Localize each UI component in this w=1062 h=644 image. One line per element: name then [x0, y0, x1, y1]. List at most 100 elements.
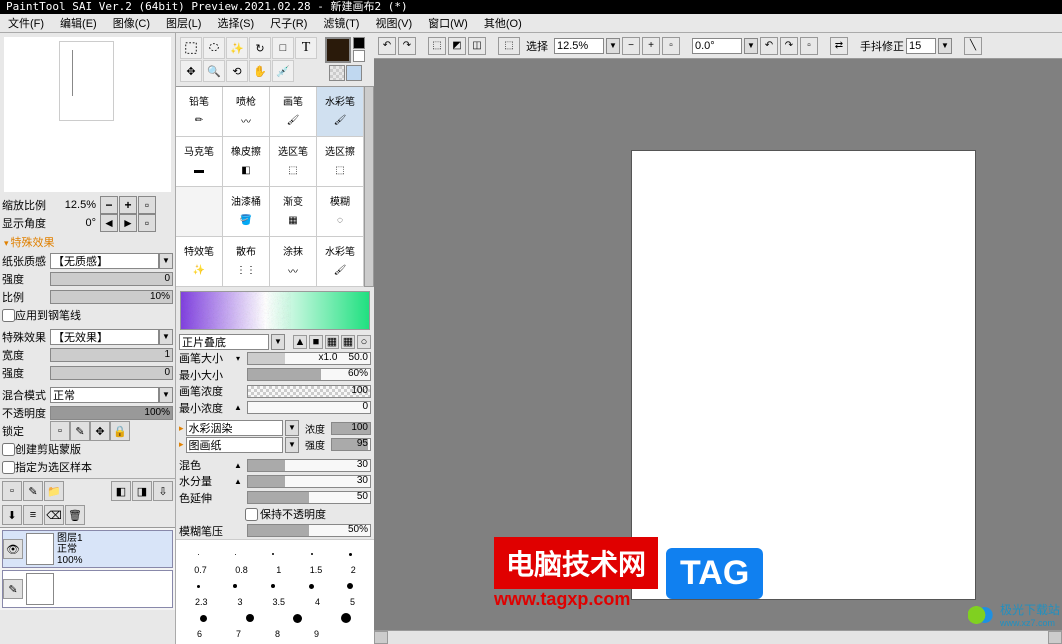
size-dot[interactable]	[349, 553, 352, 556]
effect-dropdown[interactable]: 【无效果】	[50, 329, 159, 345]
new-folder-button[interactable]: 📁	[44, 481, 64, 501]
rotate-left-button[interactable]: ◄	[100, 214, 118, 232]
dropdown-icon[interactable]: ▼	[606, 38, 620, 54]
zoom-out-button[interactable]: −	[622, 37, 640, 55]
zoom-in-button[interactable]: +	[119, 196, 137, 214]
zoom-out-button[interactable]: −	[100, 196, 118, 214]
menu-ruler[interactable]: 尺子(R)	[262, 13, 315, 33]
select-icon[interactable]: ⬚	[498, 37, 520, 55]
size-dot[interactable]	[198, 554, 199, 555]
effect-intensity-slider[interactable]: 0	[50, 366, 173, 380]
zoom-tool[interactable]: 🔍	[203, 60, 225, 82]
lock-all-button[interactable]: 🔒	[110, 421, 130, 441]
blending-slider[interactable]: 30	[247, 459, 371, 472]
apply-mask-button[interactable]: ◨	[132, 481, 152, 501]
marquee-tool[interactable]	[180, 37, 202, 59]
visibility-icon[interactable]: 👁	[3, 539, 23, 559]
brush-blur[interactable]: 模糊◌	[317, 187, 364, 237]
brush-sel-eraser[interactable]: 选区擦⬚	[317, 137, 364, 187]
flatten-button[interactable]: ≡	[23, 505, 43, 525]
zoom-in-button[interactable]: +	[642, 37, 660, 55]
size-dot[interactable]	[341, 613, 351, 623]
pressure-icon[interactable]: ▲	[231, 477, 245, 486]
default-colors-icon[interactable]	[353, 50, 365, 62]
show-sel-button[interactable]: ◫	[468, 37, 486, 55]
paper-strength-slider[interactable]: 95	[331, 438, 371, 451]
paper-dropdown[interactable]: 图画纸	[186, 437, 283, 453]
shape-triangle-icon[interactable]: ▲	[293, 335, 307, 349]
stabilizer-dropdown[interactable]: 15	[906, 38, 936, 54]
rotate-cw-button[interactable]: ↷	[780, 37, 798, 55]
size-dot[interactable]	[272, 553, 274, 555]
brush-empty[interactable]	[176, 187, 223, 237]
menu-layer[interactable]: 图层(L)	[158, 13, 209, 33]
opacity-slider[interactable]: 100%	[50, 406, 173, 420]
deselect-button[interactable]: ⬚	[428, 37, 446, 55]
eyedropper-tool[interactable]: 💉	[272, 60, 294, 82]
angle-value[interactable]: 0°	[50, 217, 100, 229]
intensity-slider[interactable]: 0	[50, 272, 173, 286]
zoom-fit-button[interactable]: ▫	[662, 37, 680, 55]
pressure-icon[interactable]: ▲	[231, 461, 245, 470]
brush-watercolor[interactable]: 水彩笔🖌	[317, 87, 364, 137]
menu-window[interactable]: 窗口(W)	[420, 13, 476, 33]
menu-view[interactable]: 视图(V)	[367, 13, 420, 33]
density-slider[interactable]: 100	[247, 385, 371, 398]
ratio-slider[interactable]: 10%	[50, 290, 173, 304]
zoom-reset-button[interactable]: ▫	[138, 196, 156, 214]
undo-button[interactable]: ↶	[378, 37, 396, 55]
shape-texture1-icon[interactable]: ▦	[325, 335, 339, 349]
mask-button[interactable]: ◧	[111, 481, 131, 501]
pressure-icon[interactable]: ▾	[231, 354, 245, 363]
new-layer-button[interactable]: ▫	[2, 481, 22, 501]
lock-pixels-button[interactable]: ✎	[70, 421, 90, 441]
transparent-swatch[interactable]	[329, 65, 345, 81]
shape-circle-icon[interactable]: ○	[357, 335, 371, 349]
canvas[interactable]	[631, 150, 976, 600]
clear-button[interactable]: ⌫	[44, 505, 64, 525]
rotate-tool[interactable]: ↻	[249, 37, 271, 59]
pressure-icon[interactable]: ▲	[231, 403, 245, 412]
menu-edit[interactable]: 编辑(E)	[52, 13, 105, 33]
size-dot[interactable]	[233, 584, 237, 588]
menu-image[interactable]: 图像(C)	[105, 13, 158, 33]
line-tool-icon[interactable]: ╲	[964, 37, 982, 55]
menu-file[interactable]: 文件(F)	[0, 13, 52, 33]
brush-bucket[interactable]: 油漆桶🪣	[223, 187, 270, 237]
canvas-viewport[interactable]: 电脑技术网 www.tagxp.com TAG 极光下载站 www.xz7.co…	[374, 59, 1062, 630]
lock-none-button[interactable]: ▫	[50, 421, 70, 441]
size-dot[interactable]	[309, 584, 314, 589]
brush-watercolor2[interactable]: 水彩笔🖌	[317, 237, 364, 287]
brush-pencil[interactable]: 铅笔✏	[176, 87, 223, 137]
rotate-reset-button[interactable]: ▫	[800, 37, 818, 55]
persistence-slider[interactable]: 50	[247, 491, 371, 504]
brush-marker[interactable]: 马克笔▬	[176, 137, 223, 187]
size-dot[interactable]	[311, 553, 313, 555]
brush-size-slider[interactable]: x1.0 50.0	[247, 352, 371, 365]
shape-square-icon[interactable]: ■	[309, 335, 323, 349]
size-dot[interactable]	[347, 583, 353, 589]
flip-button[interactable]: ⇄	[830, 37, 848, 55]
dropdown-icon[interactable]: ▼	[938, 38, 952, 54]
min-size-slider[interactable]: 60%	[247, 368, 371, 381]
rotate-ccw-button[interactable]: ↶	[760, 37, 778, 55]
lock-move-button[interactable]: ✥	[90, 421, 110, 441]
scroll-right-button[interactable]	[1048, 631, 1062, 644]
layer-blend-dropdown[interactable]: 正片叠底	[179, 334, 269, 350]
layer-item[interactable]: 👁 图层1 正常 100%	[2, 530, 173, 568]
effect-width-slider[interactable]: 1	[50, 348, 173, 362]
lasso-tool[interactable]	[203, 37, 225, 59]
brush-scatter[interactable]: 散布⋮⋮	[223, 237, 270, 287]
dropdown-icon[interactable]: ▼	[271, 334, 285, 350]
dropdown-icon[interactable]: ▼	[159, 253, 173, 269]
paper-texture-dropdown[interactable]: 【无质感】	[50, 253, 159, 269]
shapes-tool[interactable]: □	[272, 37, 294, 59]
dropdown-icon[interactable]: ▼	[744, 38, 758, 54]
effects-header[interactable]: 特殊效果	[0, 232, 175, 252]
blur-pressure-slider[interactable]: 50%	[247, 524, 371, 537]
watercolor-dropdown[interactable]: 水彩洇染	[186, 420, 283, 436]
dropdown-icon[interactable]: ▼	[285, 420, 299, 436]
navigator-preview[interactable]	[4, 37, 171, 192]
brush-effect[interactable]: 特效笔✨	[176, 237, 223, 287]
delete-layer-button[interactable]: 🗑	[65, 505, 85, 525]
